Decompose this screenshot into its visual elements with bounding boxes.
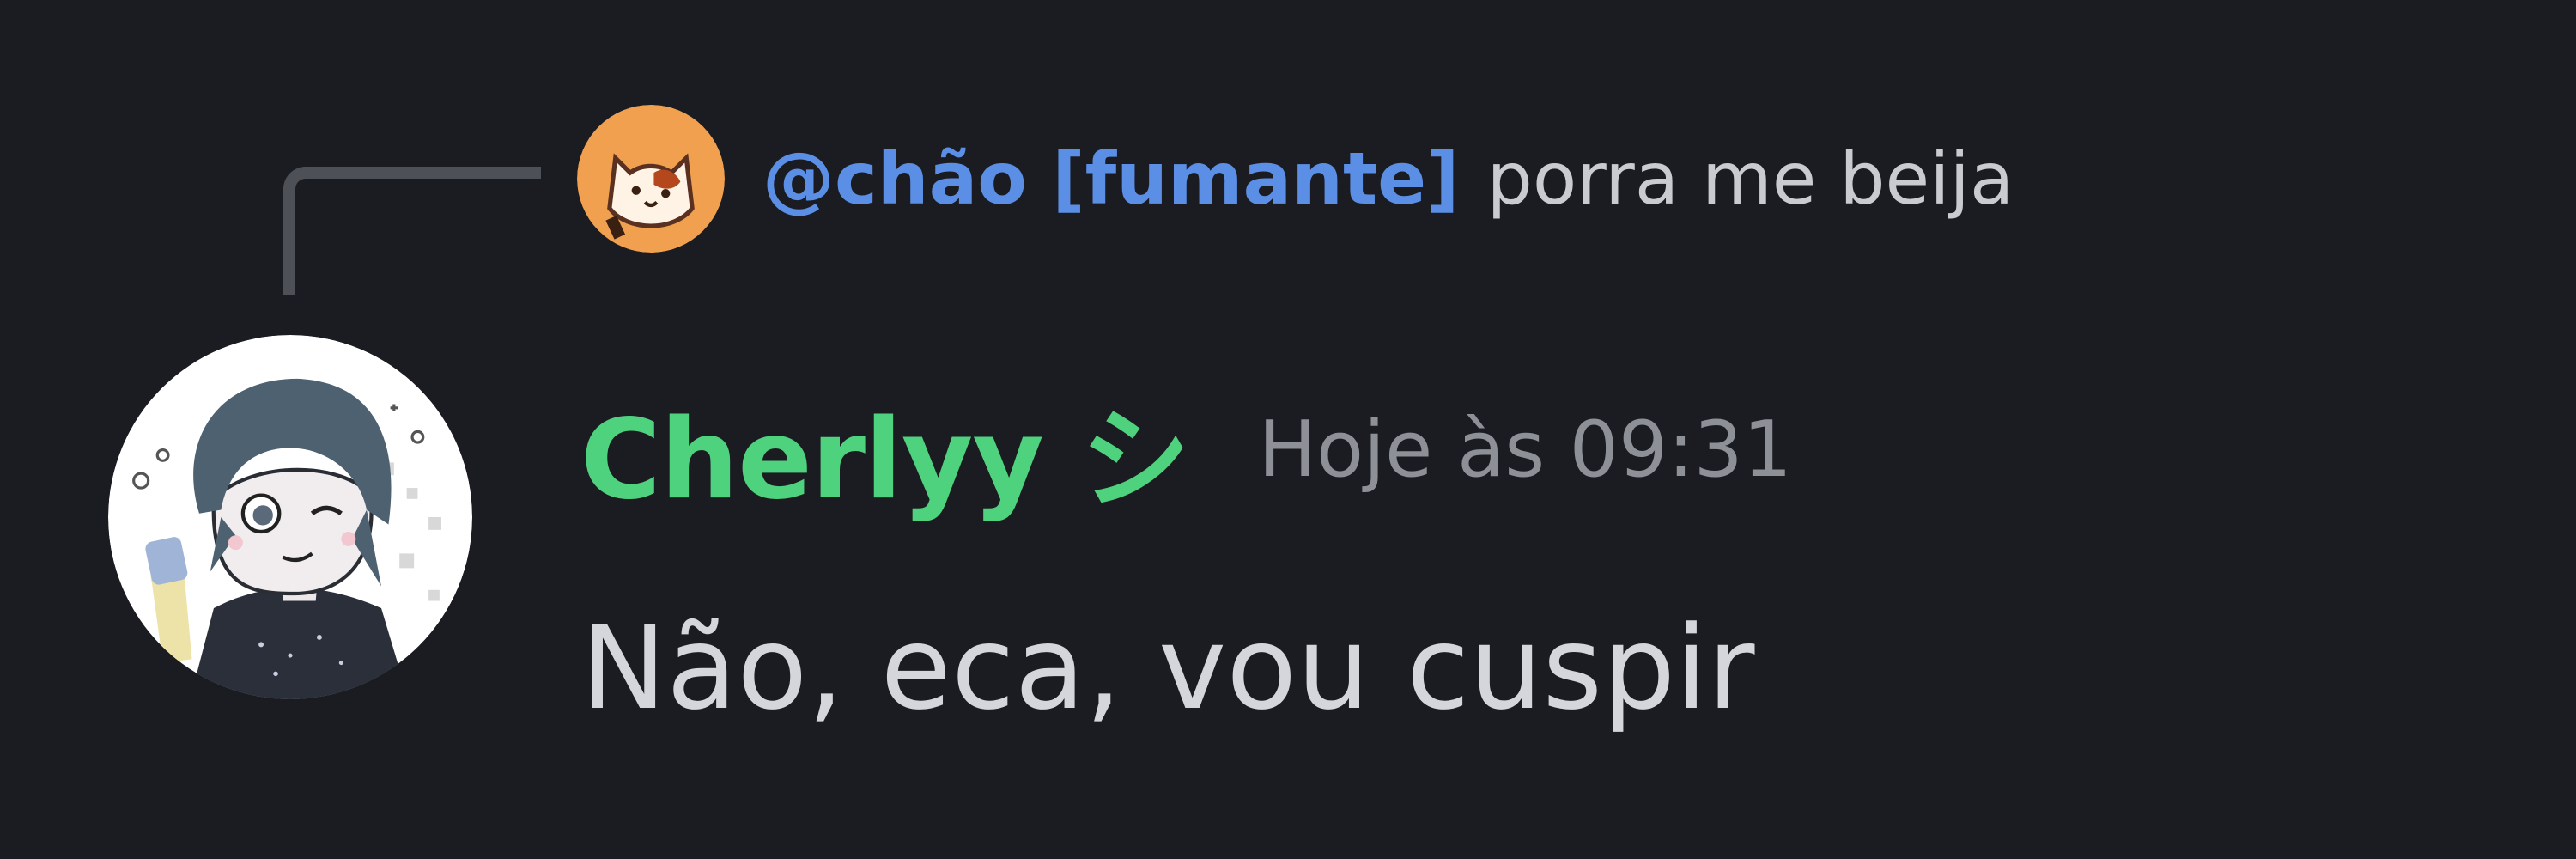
anime-avatar-icon bbox=[108, 335, 472, 699]
cat-avatar-icon bbox=[577, 105, 725, 253]
reply-avatar[interactable] bbox=[577, 105, 725, 253]
user-avatar[interactable] bbox=[108, 335, 472, 699]
reply-message-text[interactable]: porra me beija bbox=[1487, 137, 2014, 221]
message-header: Cherlyy シ Hoje às 09:31 bbox=[580, 385, 1793, 524]
reply-spine bbox=[283, 167, 541, 295]
message-timestamp: Hoje às 09:31 bbox=[1258, 404, 1793, 495]
reply-author[interactable]: @chão [fumante] bbox=[762, 137, 1460, 221]
username[interactable]: Cherlyy シ bbox=[580, 370, 1190, 529]
reply-preview[interactable]: @chão [fumante] porra me beija bbox=[577, 103, 2014, 254]
message-text: Não, eca, vou cuspir bbox=[580, 601, 1755, 735]
